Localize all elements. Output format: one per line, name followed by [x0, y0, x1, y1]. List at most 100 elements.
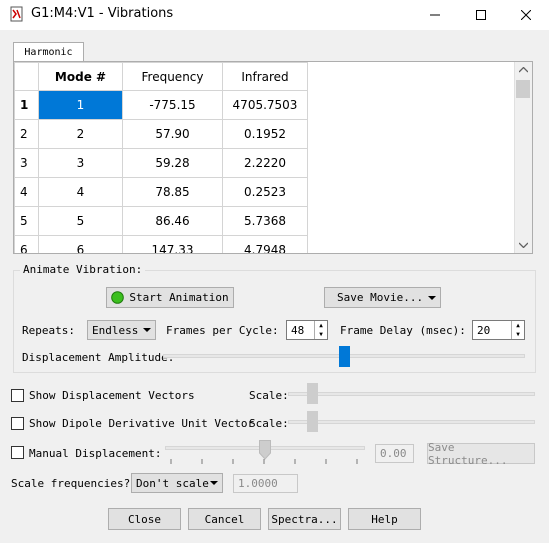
save-movie-label: Save Movie...	[337, 291, 424, 304]
row-header: 4	[14, 177, 39, 207]
manual-displacement-thumb[interactable]	[259, 440, 271, 460]
scale-factor-value: 1.0000	[238, 477, 278, 490]
save-structure-label: Save Structure...	[428, 440, 508, 467]
maximize-button[interactable]	[458, 0, 504, 30]
show-displacement-checkbox[interactable]	[11, 389, 24, 402]
cell-infrared[interactable]: 4705.7503	[222, 90, 308, 120]
window-title: G1:M4:V1 - Vibrations	[31, 6, 174, 21]
chevron-down-icon	[428, 296, 436, 300]
scale-frequencies-select[interactable]: Don't scale	[131, 473, 223, 493]
table-row[interactable]: 2 2 57.90 0.1952	[14, 119, 308, 149]
table-row[interactable]: 4 4 78.85 0.2523	[14, 177, 308, 207]
corner-cell	[14, 62, 39, 91]
start-animation-button[interactable]: Start Animation	[106, 287, 234, 308]
manual-displacement-value[interactable]: 0.00	[375, 444, 414, 463]
app-icon	[9, 6, 25, 22]
show-dipole-label: Show Dipole Derivative Unit Vector	[29, 417, 255, 430]
row-header: 3	[14, 148, 39, 178]
scale-label: Scale:	[249, 389, 289, 402]
header-row: Mode # Frequency Infrared	[14, 62, 308, 91]
repeats-label: Repeats:	[22, 324, 75, 337]
cell-frequency[interactable]: 57.90	[122, 119, 223, 149]
cell-frequency[interactable]: 86.46	[122, 206, 223, 236]
maximize-icon	[476, 10, 486, 20]
close-icon	[521, 10, 531, 20]
start-animation-label: Start Animation	[129, 291, 229, 304]
table-row[interactable]: 5 5 86.46 5.7368	[14, 206, 308, 236]
spin-down-icon[interactable]: ▼	[511, 330, 524, 339]
cell-infrared[interactable]: 5.7368	[222, 206, 308, 236]
chevron-down-icon	[210, 481, 218, 485]
table-row[interactable]: 3 3 59.28 2.2220	[14, 148, 308, 178]
repeats-value: Endless	[92, 323, 139, 337]
frames-per-cycle-input[interactable]: 48 ▲ ▼	[286, 320, 328, 340]
displacement-scale-track[interactable]	[288, 392, 535, 396]
slider-ticks	[170, 459, 358, 464]
minimize-icon	[430, 14, 440, 16]
frame-delay-input[interactable]: 20 ▲ ▼	[472, 320, 525, 340]
scroll-down-icon[interactable]	[519, 242, 528, 248]
dipole-scale-track[interactable]	[288, 420, 535, 424]
row-header: 1	[14, 90, 39, 120]
displacement-amplitude-label: Displacement Amplitude:	[22, 351, 175, 364]
manual-displacement-label: Manual Displacement:	[29, 447, 162, 460]
spin-up-icon[interactable]: ▲	[314, 321, 327, 330]
cell-mode[interactable]: 3	[38, 148, 123, 178]
frame-delay-value: 20	[477, 323, 491, 337]
cell-mode[interactable]: 1	[38, 90, 123, 120]
tab-label: Harmonic	[24, 47, 73, 58]
col-header-frequency[interactable]: Frequency	[122, 62, 223, 91]
spin-up-icon[interactable]: ▲	[511, 321, 524, 330]
frame-delay-label: Frame Delay (msec):	[340, 324, 466, 337]
scale-label: Scale:	[249, 417, 289, 430]
cancel-button[interactable]: Cancel	[188, 508, 261, 530]
cell-frequency[interactable]: -775.15	[122, 90, 223, 120]
cell-infrared[interactable]: 4.7948	[222, 235, 308, 253]
frames-per-cycle-value: 48	[291, 323, 305, 337]
table-row[interactable]: 6 6 147.33 4.7948	[14, 235, 308, 253]
spin-down-icon[interactable]: ▼	[314, 330, 327, 339]
col-header-mode[interactable]: Mode #	[38, 62, 123, 91]
row-header: 6	[14, 235, 39, 253]
cell-infrared[interactable]: 2.2220	[222, 148, 308, 178]
cell-infrared[interactable]: 0.1952	[222, 119, 308, 149]
col-header-infrared[interactable]: Infrared	[222, 62, 308, 91]
cell-frequency[interactable]: 59.28	[122, 148, 223, 178]
cell-frequency[interactable]: 78.85	[122, 177, 223, 207]
displacement-scale-thumb[interactable]	[307, 383, 318, 404]
dipole-scale-thumb[interactable]	[307, 411, 318, 432]
save-structure-button[interactable]: Save Structure...	[427, 440, 535, 467]
tab-harmonic[interactable]: Harmonic	[13, 42, 84, 62]
show-displacement-label: Show Displacement Vectors	[29, 389, 195, 402]
cell-mode[interactable]: 5	[38, 206, 123, 236]
scroll-thumb[interactable]	[516, 80, 530, 98]
show-dipole-checkbox[interactable]	[11, 417, 24, 430]
chevron-down-icon	[143, 328, 151, 332]
scale-frequencies-value: Don't scale	[136, 476, 209, 490]
cell-mode[interactable]: 6	[38, 235, 123, 253]
cell-mode[interactable]: 2	[38, 119, 123, 149]
modes-table: Mode # Frequency Infrared 1 1 -775.15 47…	[14, 62, 308, 253]
close-label: Close	[127, 512, 162, 526]
spectra-button[interactable]: Spectra...	[268, 508, 341, 530]
scale-factor-input[interactable]: 1.0000	[233, 474, 298, 493]
repeats-select[interactable]: Endless	[87, 320, 156, 340]
cancel-label: Cancel	[204, 512, 245, 526]
cell-mode[interactable]: 4	[38, 177, 123, 207]
minimize-button[interactable]	[412, 0, 458, 30]
manual-displacement-checkbox[interactable]	[11, 446, 24, 459]
spectra-label: Spectra...	[271, 512, 338, 526]
modes-grid: Mode # Frequency Infrared 1 1 -775.15 47…	[13, 61, 533, 254]
row-header: 2	[14, 119, 39, 149]
cell-infrared[interactable]: 0.2523	[222, 177, 308, 207]
help-button[interactable]: Help	[348, 508, 421, 530]
close-window-button[interactable]	[503, 0, 549, 30]
table-row[interactable]: 1 1 -775.15 4705.7503	[14, 90, 308, 120]
close-button[interactable]: Close	[108, 508, 181, 530]
scroll-up-icon[interactable]	[519, 67, 528, 73]
amplitude-slider-thumb[interactable]	[338, 346, 350, 367]
save-movie-button[interactable]: Save Movie...	[324, 287, 441, 308]
start-icon	[111, 291, 125, 304]
help-label: Help	[371, 512, 398, 526]
cell-frequency[interactable]: 147.33	[122, 235, 223, 253]
